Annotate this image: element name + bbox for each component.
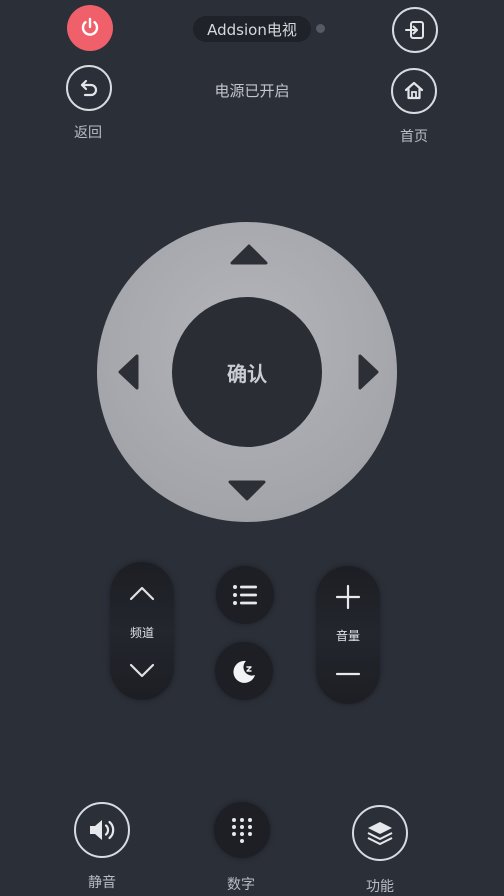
- layers-icon: [367, 822, 393, 845]
- minus-icon: [335, 672, 361, 676]
- plus-icon: [335, 584, 361, 610]
- list-icon: [233, 585, 257, 605]
- dpad-left-button[interactable]: [106, 330, 156, 414]
- input-source-button[interactable]: [392, 7, 438, 53]
- back-icon: [80, 79, 98, 97]
- back-button[interactable]: [66, 65, 112, 111]
- dpad-up-button[interactable]: [207, 230, 291, 290]
- chevron-down-icon: [129, 663, 155, 678]
- channel-down-button[interactable]: [110, 648, 174, 692]
- power-button[interactable]: [67, 5, 113, 51]
- dpad-right-button[interactable]: [341, 330, 391, 414]
- input-source-icon: [405, 21, 424, 39]
- sleep-button[interactable]: [215, 642, 273, 700]
- channel-label: 频道: [129, 626, 154, 640]
- function-button[interactable]: [352, 805, 408, 861]
- number-pad-button[interactable]: [214, 802, 270, 858]
- home-icon: [404, 81, 424, 100]
- sleep-moon-icon: [233, 660, 255, 683]
- device-name: Addsion电视: [207, 20, 297, 39]
- power-status-text: 电源已开启: [214, 82, 290, 100]
- ok-button[interactable]: 确认: [172, 297, 322, 447]
- chevron-up-icon: [129, 586, 155, 601]
- menu-button[interactable]: [216, 566, 274, 624]
- home-label: 首页: [400, 129, 428, 145]
- volume-down-button[interactable]: [316, 652, 380, 696]
- volume-up-button[interactable]: [316, 574, 380, 620]
- home-button[interactable]: [391, 68, 437, 114]
- channel-up-button[interactable]: [110, 572, 174, 616]
- number-label: 数字: [227, 877, 255, 893]
- arrow-right-icon: [358, 354, 379, 390]
- arrow-up-icon: [230, 244, 268, 265]
- volume-label: 音量: [335, 629, 360, 643]
- dpad-down-button[interactable]: [205, 455, 289, 515]
- power-icon: [81, 17, 99, 36]
- connection-dot: [316, 24, 325, 33]
- arrow-left-icon: [118, 354, 139, 390]
- mute-label: 静音: [88, 875, 116, 891]
- function-label: 功能: [366, 879, 394, 895]
- arrow-down-icon: [228, 480, 266, 501]
- mute-button[interactable]: [74, 802, 130, 858]
- device-name-pill[interactable]: Addsion电视: [193, 16, 311, 42]
- ok-label: 确认: [227, 361, 267, 386]
- back-label: 返回: [74, 125, 102, 141]
- speaker-icon: [90, 820, 115, 840]
- keypad-icon: [232, 818, 252, 843]
